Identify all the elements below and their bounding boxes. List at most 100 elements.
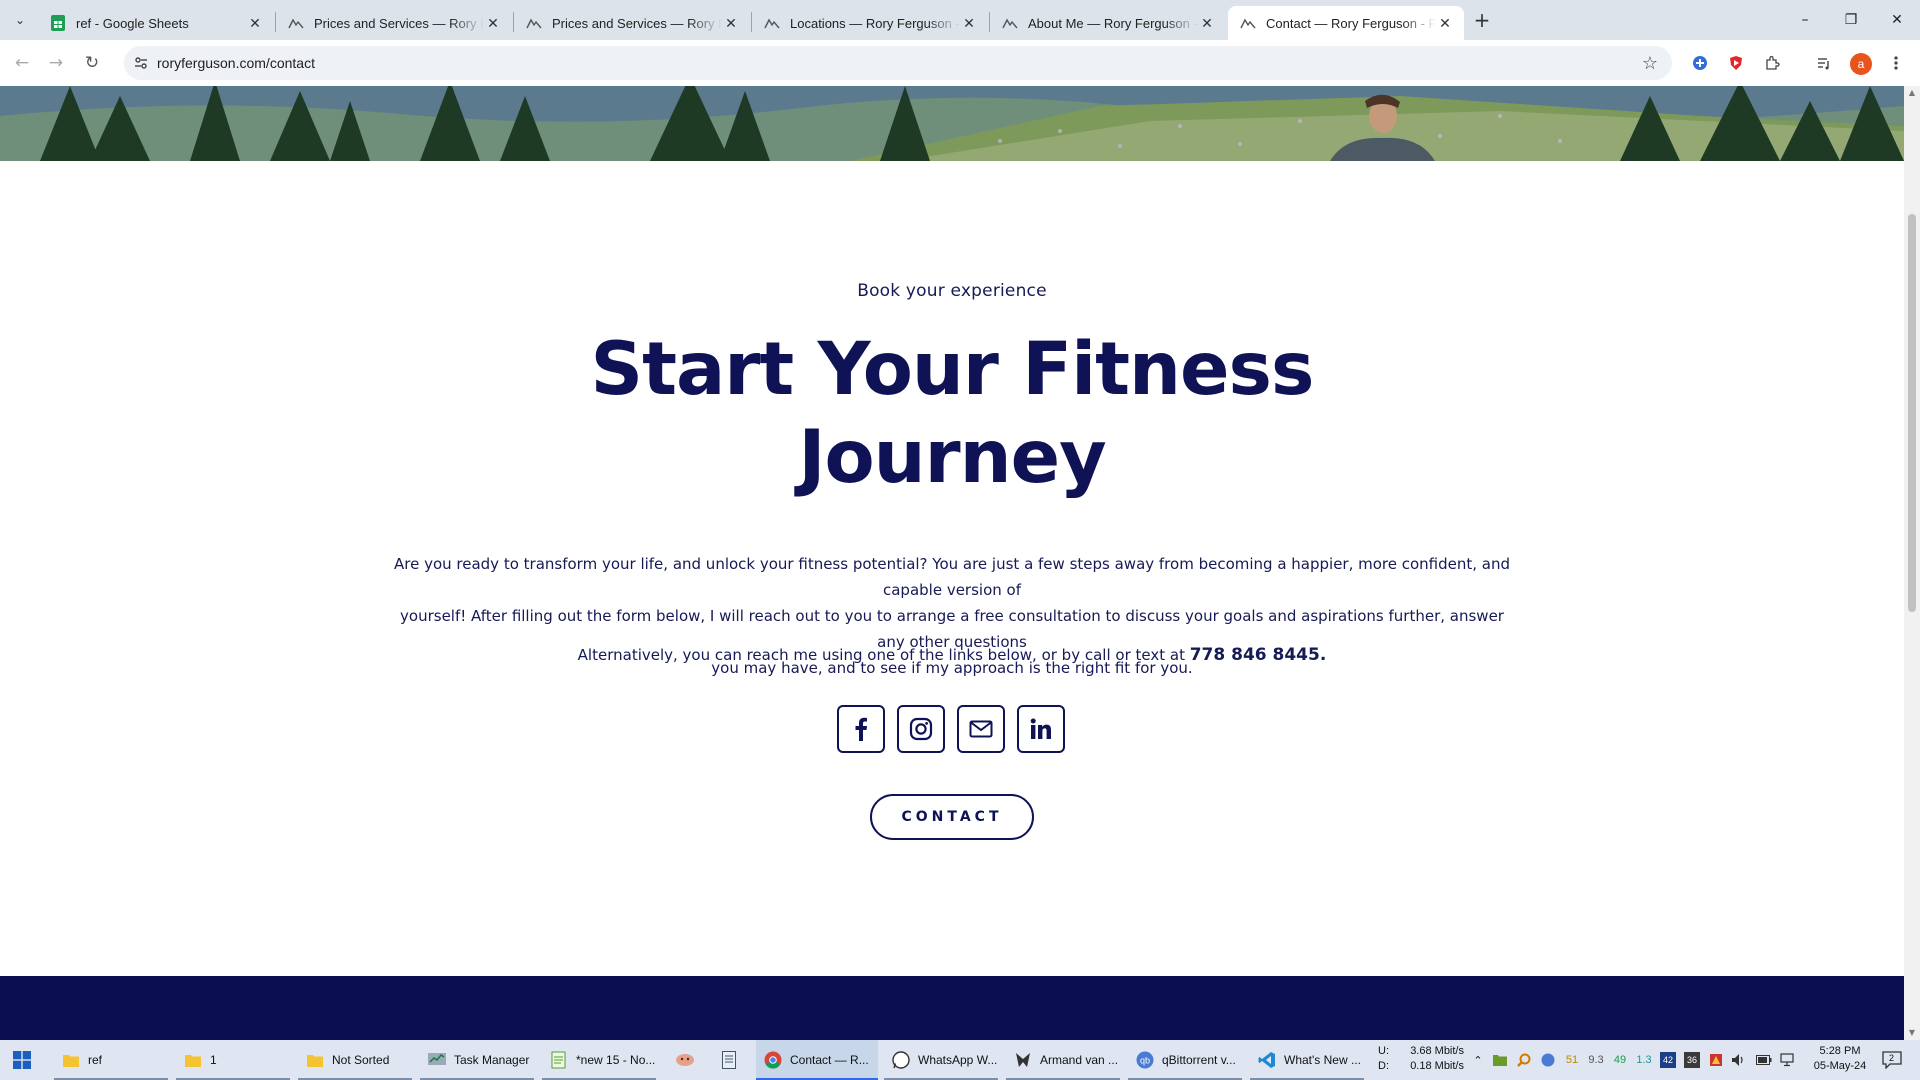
whatsapp-icon (892, 1051, 910, 1069)
battery-icon[interactable] (1756, 1052, 1772, 1068)
network-icon[interactable] (1780, 1052, 1796, 1068)
close-tab-icon[interactable]: ✕ (246, 14, 264, 32)
contact-button[interactable]: CONTACT (870, 794, 1034, 840)
forward-arrow-icon[interactable]: → (42, 49, 70, 77)
tray-app-icon[interactable] (1708, 1052, 1724, 1068)
taskbar-item-document[interactable] (712, 1040, 748, 1080)
instagram-icon[interactable] (897, 705, 945, 753)
close-tab-icon[interactable]: ✕ (960, 14, 978, 32)
close-tab-icon[interactable]: ✕ (722, 14, 740, 32)
email-icon[interactable] (957, 705, 1005, 753)
tab-search-chevron-icon[interactable]: ⌄ (8, 8, 32, 32)
tray-stat-3: 49 (1613, 1054, 1627, 1066)
page-title: Start Your Fitness Journey (0, 326, 1904, 502)
tray-stat-1: 51 (1565, 1054, 1579, 1066)
taskbar-item-1[interactable]: 1 (176, 1040, 290, 1080)
media-controls-icon[interactable] (1813, 52, 1835, 74)
taskbar-label: Armand van ... (1040, 1053, 1119, 1067)
restore-button[interactable]: ❐ (1828, 0, 1874, 40)
tab-prices-services-2[interactable]: Prices and Services — Rory Ferguson ✕ (514, 6, 750, 40)
taskbar-item-chrome[interactable]: Contact — R... (756, 1040, 878, 1080)
chevron-up-icon[interactable]: ⌃ (1470, 1052, 1486, 1068)
taskbar-label: ref (88, 1053, 103, 1067)
taskbar-label: Contact — R... (790, 1053, 869, 1067)
taskbar-item-whatsapp[interactable]: WhatsApp W... (884, 1040, 998, 1080)
url-text: roryferguson.com/contact (157, 55, 315, 71)
tab-prices-services-1[interactable]: Prices and Services — Rory Ferguson ✕ (276, 6, 512, 40)
profile-avatar[interactable]: a (1850, 53, 1872, 75)
minimize-button[interactable]: – (1782, 0, 1828, 40)
alternative-contact-text: Alternatively, you can reach me using on… (385, 642, 1519, 668)
qbittorrent-icon: qb (1136, 1051, 1154, 1069)
extension-icon[interactable] (1689, 52, 1711, 74)
taskbar-item-vscode[interactable]: What's New ... (1250, 1040, 1364, 1080)
alternative-text: Alternatively, you can reach me using on… (577, 646, 1190, 664)
tab-title: Prices and Services — Rory Ferguson (552, 15, 722, 31)
shield-extension-icon[interactable] (1725, 52, 1747, 74)
volume-icon[interactable] (1730, 1052, 1746, 1068)
tab-about-me[interactable]: About Me — Rory Ferguson - Personal ✕ (990, 6, 1226, 40)
scrollbar-thumb[interactable] (1908, 214, 1916, 612)
tab-google-sheets[interactable]: ref - Google Sheets ✕ (38, 6, 274, 40)
taskbar-item-task-manager[interactable]: Task Manager (420, 1040, 534, 1080)
address-bar[interactable]: roryferguson.com/contact ☆ (124, 46, 1672, 80)
tray-stat-5: 42 (1660, 1052, 1676, 1068)
new-tab-button[interactable]: + (1470, 8, 1494, 32)
back-arrow-icon[interactable]: ← (8, 49, 36, 77)
tab-title: ref - Google Sheets (76, 15, 189, 31)
vscode-icon (1258, 1051, 1276, 1069)
upload-label: U: (1378, 1045, 1389, 1057)
tray-qbittorrent-icon[interactable] (1540, 1052, 1556, 1068)
taskbar-item-notepad[interactable]: *new 15 - No... (542, 1040, 656, 1080)
tray-search-icon[interactable] (1516, 1052, 1532, 1068)
network-speed: 3.68 Mbit/s 0.18 Mbit/s (1408, 1044, 1464, 1074)
download-label: D: (1378, 1060, 1389, 1072)
page-scrollbar[interactable]: ▲ ▼ (1904, 86, 1920, 1040)
taskbar-item-qbittorrent[interactable]: qb qBittorrent v... (1128, 1040, 1242, 1080)
close-tab-icon[interactable]: ✕ (484, 14, 502, 32)
taskbar-item-ref[interactable]: ref (54, 1040, 168, 1080)
tab-title: Prices and Services — Rory Ferguson (314, 15, 484, 31)
taskbar-label: qBittorrent v... (1162, 1053, 1236, 1067)
notepad-plus-icon (550, 1051, 568, 1069)
close-tab-icon[interactable]: ✕ (1436, 14, 1454, 32)
close-window-button[interactable]: ✕ (1874, 0, 1920, 40)
tray-stat-2: 9.3 (1588, 1054, 1604, 1066)
taskbar-item-armand[interactable]: Armand van ... (1006, 1040, 1120, 1080)
page-viewport: Book your experience Start Your Fitness … (0, 86, 1904, 1040)
notification-count: 2 (1889, 1053, 1895, 1063)
tab-locations[interactable]: Locations — Rory Ferguson - Personal ✕ (752, 6, 988, 40)
close-tab-icon[interactable]: ✕ (1198, 14, 1216, 32)
tray-folder-icon[interactable] (1492, 1052, 1508, 1068)
reload-icon[interactable]: ↻ (78, 49, 106, 77)
browser-menu-icon[interactable] (1885, 52, 1907, 74)
facebook-icon[interactable] (837, 705, 885, 753)
upload-speed: 3.68 Mbit/s (1410, 1045, 1464, 1057)
taskbar-label: WhatsApp W... (918, 1053, 998, 1067)
scroll-up-icon[interactable]: ▲ (1907, 88, 1917, 98)
taskbar-label: What's New ... (1284, 1053, 1361, 1067)
squarespace-icon (764, 15, 780, 31)
taskbar-label: *new 15 - No... (576, 1053, 656, 1067)
clock[interactable]: 5:28 PM 05-May-24 (1800, 1044, 1880, 1074)
phone-number[interactable]: 778 846 8445. (1190, 645, 1327, 665)
puzzle-extensions-icon[interactable] (1761, 52, 1783, 74)
hero-photo (0, 86, 1904, 161)
tray-stat-4: 1.3 (1636, 1054, 1652, 1066)
notification-center-icon[interactable]: 2 (1880, 1051, 1904, 1069)
site-info-icon[interactable] (132, 54, 150, 72)
squarespace-icon (1002, 15, 1018, 31)
intro-line: Are you ready to transform your life, an… (393, 555, 1511, 599)
linkedin-icon[interactable] (1017, 705, 1065, 753)
browser-tab-strip: ⌄ ref - Google Sheets ✕ Prices and Servi… (0, 0, 1920, 40)
taskbar-item-not-sorted[interactable]: Not Sorted (298, 1040, 412, 1080)
tab-contact[interactable]: Contact — Rory Ferguson - Personal ✕ (1228, 6, 1464, 40)
folder-icon (306, 1051, 324, 1069)
windows-start-button[interactable] (0, 1040, 44, 1080)
app-icon (676, 1051, 694, 1069)
folder-icon (184, 1051, 202, 1069)
download-speed: 0.18 Mbit/s (1410, 1060, 1464, 1072)
bookmark-star-icon[interactable]: ☆ (1640, 53, 1660, 74)
scroll-down-icon[interactable]: ▼ (1907, 1028, 1917, 1038)
taskbar-item-app[interactable] (668, 1040, 704, 1080)
